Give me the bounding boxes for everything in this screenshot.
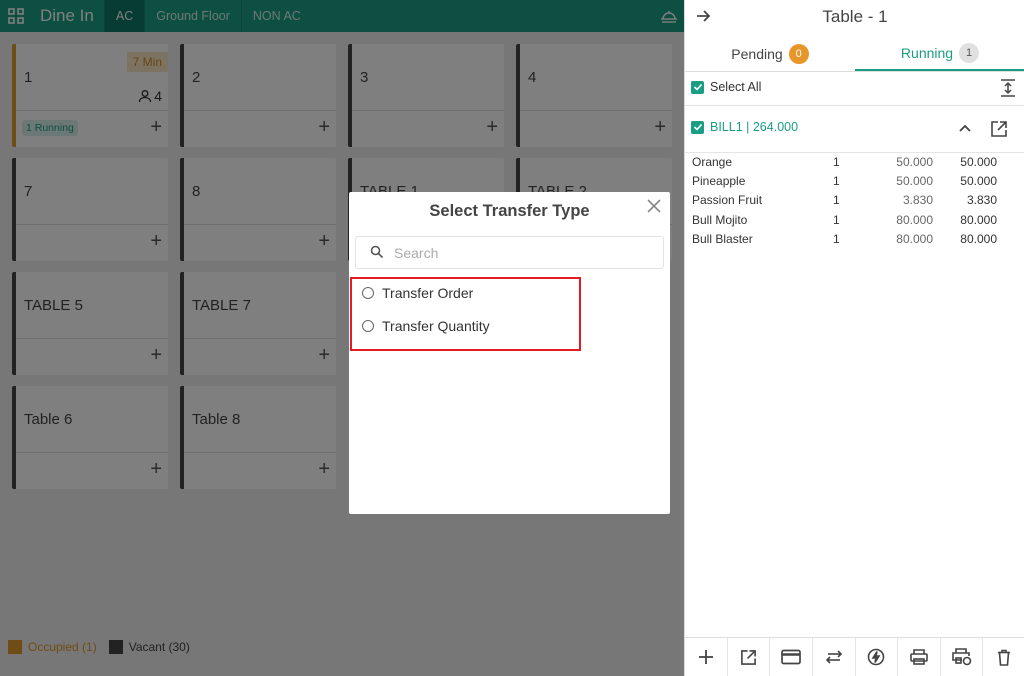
search-box: [355, 236, 664, 269]
bill-label: BILL1 | 264.000: [710, 120, 799, 134]
search-input[interactable]: [394, 243, 654, 263]
select-all[interactable]: Select All: [691, 80, 761, 94]
item-price: 80.000: [896, 212, 933, 227]
flash-icon[interactable]: [854, 638, 898, 676]
tab-pending[interactable]: Pending 0: [685, 36, 855, 71]
item-qty: 1: [833, 231, 840, 246]
item-total: 50.000: [960, 174, 997, 189]
order-panel: Table - 1 Pending 0 Running 1 Select All…: [684, 0, 1024, 676]
item-total: 50.000: [960, 155, 997, 169]
add-icon[interactable]: [685, 638, 727, 676]
item-total: 3.830: [966, 193, 997, 208]
item-row[interactable]: Pineapple 1 50.000 50.000: [685, 172, 1024, 191]
expand-vertical-icon[interactable]: [1000, 79, 1016, 102]
option-label: Transfer Quantity: [382, 318, 490, 334]
panel-header: Table - 1: [685, 0, 1024, 32]
transfer-type-dialog: Select Transfer Type Transfer Order Tran…: [349, 192, 670, 514]
option-transfer-quantity[interactable]: Transfer Quantity: [362, 318, 490, 334]
card-icon[interactable]: [769, 638, 812, 676]
radio-button[interactable]: [362, 320, 374, 332]
close-icon[interactable]: [646, 198, 662, 214]
select-all-checkbox[interactable]: [691, 80, 704, 94]
item-total: 80.000: [960, 231, 997, 246]
item-price: 80.000: [896, 231, 933, 246]
item-row[interactable]: Bull Mojito 1 80.000 80.000: [685, 211, 1024, 230]
item-name: Bull Mojito: [692, 212, 748, 227]
item-qty: 1: [833, 174, 840, 189]
item-qty: 1: [833, 155, 840, 169]
item-row[interactable]: Bull Blaster 1 80.000 80.000: [685, 230, 1024, 249]
item-total: 80.000: [960, 212, 997, 227]
running-count-badge: 1: [959, 42, 980, 63]
chevron-up-icon[interactable]: [958, 121, 972, 140]
print-settings-icon[interactable]: [939, 638, 983, 676]
transfer-icon[interactable]: [811, 638, 855, 676]
bill-checkbox[interactable]: [691, 120, 704, 134]
open-external-icon[interactable]: [726, 638, 770, 676]
item-price: 50.000: [896, 174, 933, 189]
delete-icon[interactable]: [982, 638, 1024, 676]
print-icon[interactable]: [897, 638, 940, 676]
item-row[interactable]: Passion Fruit 1 3.830 3.830: [685, 191, 1024, 210]
item-name: Passion Fruit: [692, 193, 763, 208]
search-icon: [370, 245, 384, 259]
item-price: 3.830: [902, 193, 933, 208]
dialog-title: Select Transfer Type: [429, 202, 590, 220]
tab-running[interactable]: Running 1: [855, 36, 1024, 71]
pending-count-badge: 0: [788, 43, 809, 64]
panel-title: Table - 1: [822, 7, 888, 26]
radio-button[interactable]: [362, 287, 374, 299]
bill-items: Orange 1 50.000 50.000 Pineapple 1 50.00…: [685, 153, 1024, 249]
tab-label: Pending: [731, 45, 783, 62]
item-name: Orange: [692, 155, 733, 169]
item-qty: 1: [833, 193, 840, 208]
item-name: Pineapple: [692, 174, 746, 189]
option-label: Transfer Order: [382, 285, 474, 301]
order-tabs: Pending 0 Running 1: [685, 36, 1024, 72]
divider: [685, 105, 1024, 106]
option-transfer-order[interactable]: Transfer Order: [362, 285, 473, 301]
item-price: 50.000: [896, 155, 933, 169]
tab-label: Running: [900, 44, 954, 61]
bill-row[interactable]: BILL1 | 264.000: [691, 120, 798, 134]
item-name: Bull Blaster: [692, 231, 753, 246]
action-toolbar: [685, 637, 1024, 676]
open-external-icon[interactable]: [990, 120, 1008, 143]
item-qty: 1: [833, 212, 840, 227]
item-row[interactable]: Orange 1 50.000 50.000: [685, 153, 1024, 172]
select-all-label: Select All: [710, 80, 762, 94]
